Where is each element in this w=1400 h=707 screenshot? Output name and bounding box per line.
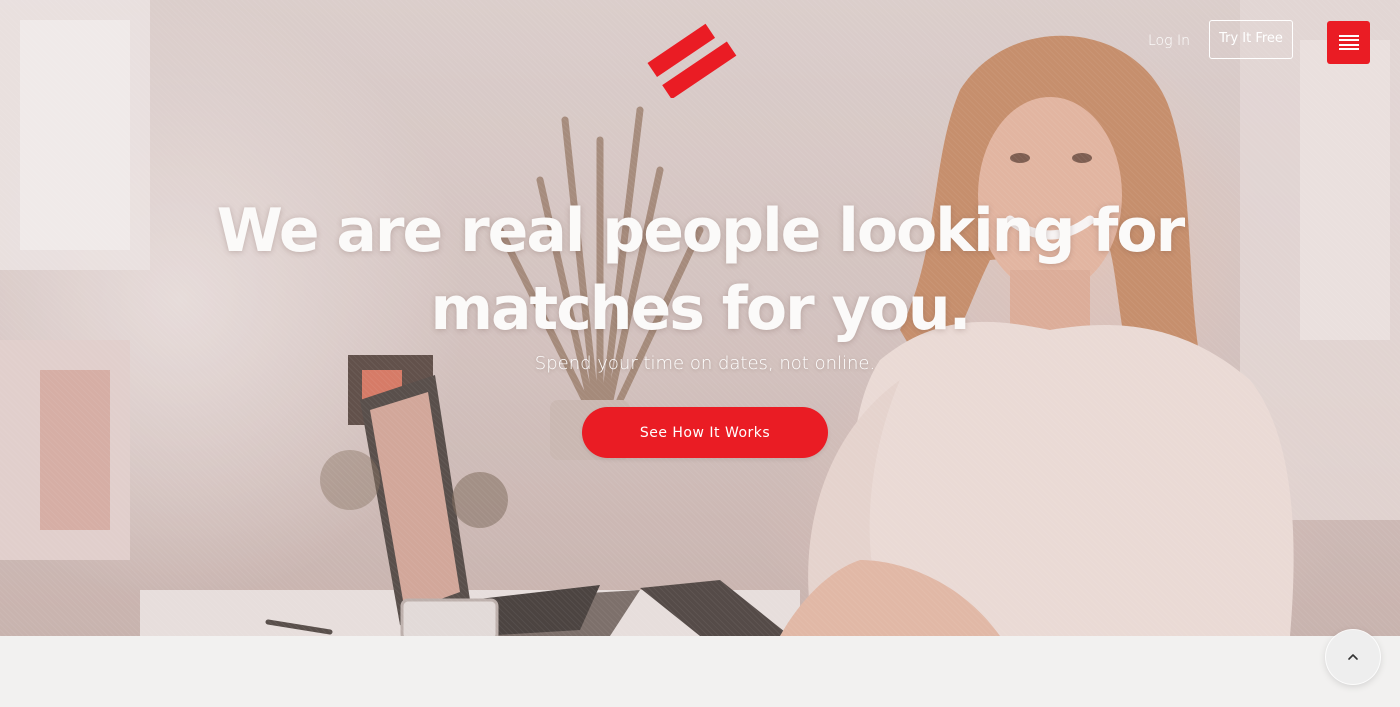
log-in-link[interactable]: Log In (1148, 31, 1190, 51)
chevron-up-icon (1348, 654, 1358, 660)
page-content-start (0, 636, 1400, 707)
try-it-free-button[interactable]: Try It Free (1209, 20, 1293, 59)
hero-headline: We are real people looking for matches f… (216, 196, 1185, 344)
double-stripe-logo-icon[interactable] (640, 18, 740, 98)
hamburger-menu-icon (1338, 34, 1359, 51)
see-how-it-works-button[interactable]: See How It Works (582, 407, 828, 458)
back-to-top-button[interactable] (1326, 630, 1380, 684)
hero-subheadline: Spend your time on dates, not online. (534, 353, 876, 374)
hero-section: Log In Try It Free We are real people lo… (0, 0, 1400, 636)
menu-button[interactable] (1327, 21, 1370, 64)
